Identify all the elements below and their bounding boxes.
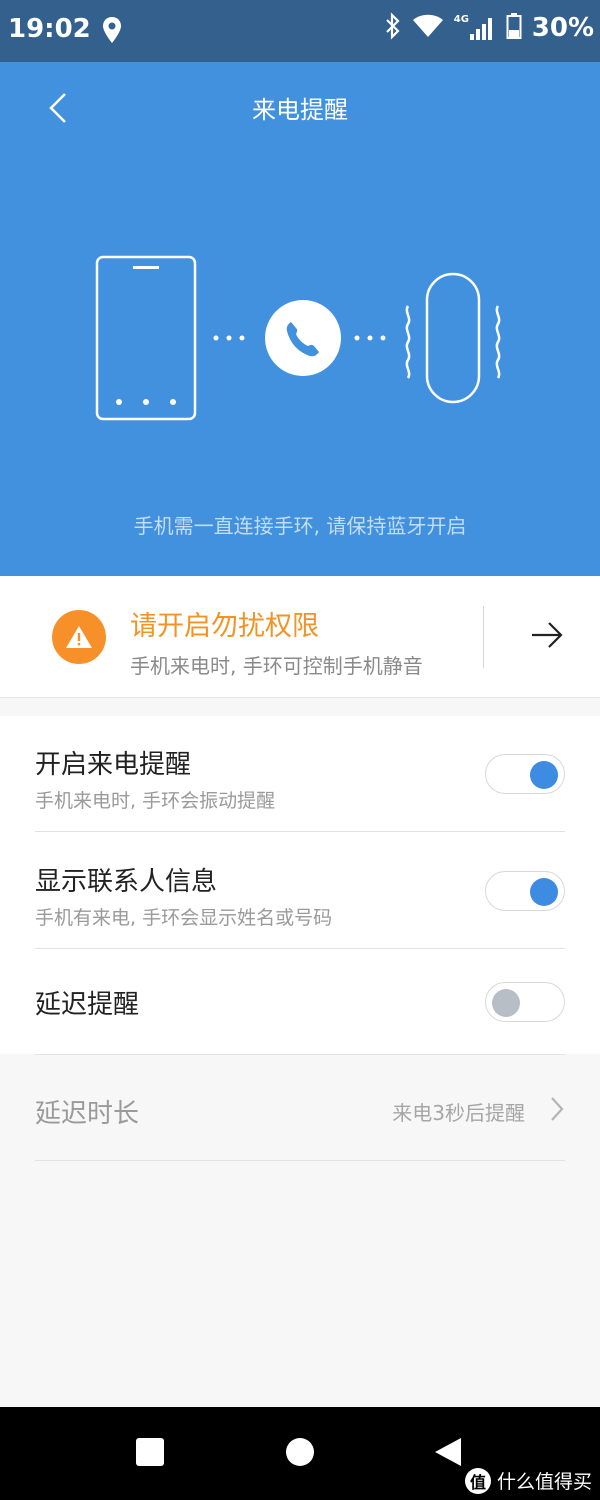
call-icon <box>265 300 341 376</box>
setting-title: 显示联系人信息 <box>35 867 218 897</box>
dots-right <box>354 335 386 341</box>
phone-icon <box>95 255 197 421</box>
setting-subtitle: 手机有来电, 手环会显示姓名或号码 <box>35 907 333 929</box>
setting-delay-reminder[interactable]: 延迟提醒 <box>35 974 565 1034</box>
setting-title: 开启来电提醒 <box>35 750 192 780</box>
status-time: 19:02 <box>8 14 91 44</box>
header: 来电提醒 手机需一直连接手环, 请保持蓝牙开启 <box>0 62 600 576</box>
toggle-call-reminder[interactable] <box>485 754 565 794</box>
watermark-logo: 值 <box>464 1467 491 1494</box>
signal-icon: 4G <box>454 14 496 42</box>
divider <box>35 1160 565 1161</box>
triangle-back-icon <box>435 1438 461 1466</box>
wifi-icon <box>412 13 444 43</box>
page-title: 来电提醒 <box>252 96 348 124</box>
warning-icon <box>52 610 106 664</box>
delay-duration-value: 来电3秒后提醒 <box>392 1101 525 1125</box>
delay-duration-title: 延迟时长 <box>35 1099 140 1129</box>
square-icon <box>136 1438 164 1466</box>
divider <box>35 831 565 832</box>
watermark-text: 什么值得买 <box>496 1471 592 1493</box>
watermark: 值 什么值得买 <box>464 1467 592 1494</box>
toggle-knob <box>530 761 558 789</box>
call-reminder-illustration <box>95 255 501 421</box>
recents-button[interactable] <box>135 1437 165 1471</box>
bluetooth-icon <box>384 12 402 44</box>
toggle-knob <box>492 989 520 1017</box>
setting-contact-info[interactable]: 显示联系人信息 手机有来电, 手环会显示姓名或号码 <box>35 857 565 947</box>
status-bar: 19:02 4G 30% <box>0 0 600 62</box>
arrow-right-icon[interactable] <box>530 620 564 654</box>
dots-left <box>213 335 245 341</box>
dnd-permission-card[interactable]: 请开启勿扰权限 手机来电时, 手环可控制手机静音 <box>0 576 600 698</box>
battery-icon <box>506 12 522 44</box>
back-nav-button[interactable] <box>434 1437 462 1471</box>
location-icon <box>102 16 122 48</box>
delay-duration-row[interactable]: 延迟时长 来电3秒后提醒 <box>35 1055 565 1160</box>
home-button[interactable] <box>285 1437 315 1471</box>
setting-title: 延迟提醒 <box>35 990 140 1020</box>
chevron-right-icon <box>549 1095 565 1127</box>
setting-subtitle: 手机来电时, 手环会振动提醒 <box>35 790 276 812</box>
settings-list: 开启来电提醒 手机来电时, 手环会振动提醒 显示联系人信息 手机有来电, 手环会… <box>0 716 600 1054</box>
circle-icon <box>286 1438 314 1466</box>
toggle-contact-info[interactable] <box>485 871 565 911</box>
bluetooth-hint: 手机需一直连接手环, 请保持蓝牙开启 <box>133 514 467 538</box>
divider <box>483 606 484 668</box>
toggle-delay-reminder[interactable] <box>485 982 565 1022</box>
toggle-knob <box>530 878 558 906</box>
navigation-bar: 值 什么值得买 <box>0 1407 600 1500</box>
battery-percent: 30% <box>531 13 594 43</box>
dnd-title: 请开启勿扰权限 <box>130 611 319 642</box>
divider <box>35 948 565 949</box>
dnd-subtitle: 手机来电时, 手环可控制手机静音 <box>130 654 423 678</box>
band-icon <box>405 272 501 404</box>
setting-call-reminder[interactable]: 开启来电提醒 手机来电时, 手环会振动提醒 <box>35 740 565 830</box>
